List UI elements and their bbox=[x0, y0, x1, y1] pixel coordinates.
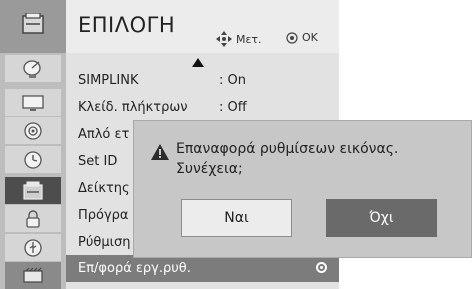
option-box-icon bbox=[23, 181, 43, 200]
menu-row-value: : Off bbox=[219, 100, 247, 115]
no-button[interactable]: Όχι bbox=[326, 199, 437, 237]
menu-row-label: SIMPLINK bbox=[78, 73, 139, 88]
satellite-dish-icon bbox=[23, 59, 41, 78]
tv-screen-icon bbox=[22, 94, 44, 111]
speaker-icon bbox=[24, 121, 42, 140]
clock-icon bbox=[24, 150, 42, 169]
menu-row-label: Set ID bbox=[78, 154, 118, 169]
menu-row-label: Επ/φορά εργ.ρυθ. bbox=[78, 261, 191, 276]
ok-hint: OK bbox=[286, 31, 318, 44]
menu-row-label: Πρόγρα bbox=[78, 208, 129, 223]
warning-icon bbox=[151, 144, 169, 160]
sidebar-item-usb[interactable] bbox=[5, 234, 61, 261]
menu-row-label: Ρύθμιση bbox=[78, 235, 131, 250]
reset-confirm-dialog: Επαναφορά ρυθμίσεων εικόνας. Συνέχεια; Ν… bbox=[133, 120, 472, 258]
ok-button-icon bbox=[286, 31, 298, 44]
sidebar-item-picture[interactable] bbox=[5, 89, 61, 116]
move-hint: Μετ. bbox=[216, 31, 262, 47]
dialog-message: Επαναφορά ρυθμίσεων εικόνας. Συνέχεια; bbox=[176, 139, 398, 179]
menu-row-factory-reset[interactable]: Επ/φορά εργ.ρυθ. bbox=[66, 255, 339, 282]
menu-title: ΕΠΙΛΟΓΗ bbox=[78, 13, 176, 37]
dialog-message-line2: Συνέχεια; bbox=[176, 161, 243, 177]
menu-sidebar bbox=[0, 0, 66, 289]
dialog-message-line1: Επαναφορά ρυθμίσεων εικόνας. bbox=[176, 141, 399, 157]
yes-button[interactable]: Ναι bbox=[181, 199, 292, 237]
menu-header-icon-area bbox=[0, 0, 66, 53]
move-hint-label: Μετ. bbox=[236, 32, 262, 46]
four-way-arrow-icon bbox=[216, 31, 232, 47]
sidebar-item-option[interactable] bbox=[5, 177, 61, 204]
menu-row-key-lock[interactable]: Κλείδ. πλήκτρων : Off bbox=[66, 94, 339, 121]
scroll-up-arrow-icon[interactable] bbox=[192, 58, 204, 67]
option-box-icon bbox=[22, 13, 44, 34]
menu-row-label: Κλείδ. πλήκτρων bbox=[78, 100, 188, 115]
sidebar-item-lock[interactable] bbox=[5, 205, 61, 232]
ok-hint-label: OK bbox=[302, 31, 318, 44]
usb-icon bbox=[24, 238, 42, 257]
lock-icon bbox=[26, 209, 40, 228]
sidebar-item-audio[interactable] bbox=[5, 117, 61, 144]
selected-radio-icon bbox=[316, 262, 327, 273]
menu-row-value: : On bbox=[219, 73, 246, 88]
menu-row-simplink[interactable]: SIMPLINK : On bbox=[66, 67, 339, 94]
film-icon bbox=[23, 267, 43, 283]
menu-row-label: Δείκτης bbox=[78, 181, 130, 196]
sidebar-item-time[interactable] bbox=[5, 146, 61, 173]
sidebar-item-media[interactable] bbox=[5, 262, 61, 289]
menu-row-label: Απλό ετ bbox=[78, 127, 130, 142]
sidebar-item-setup[interactable] bbox=[5, 55, 61, 82]
